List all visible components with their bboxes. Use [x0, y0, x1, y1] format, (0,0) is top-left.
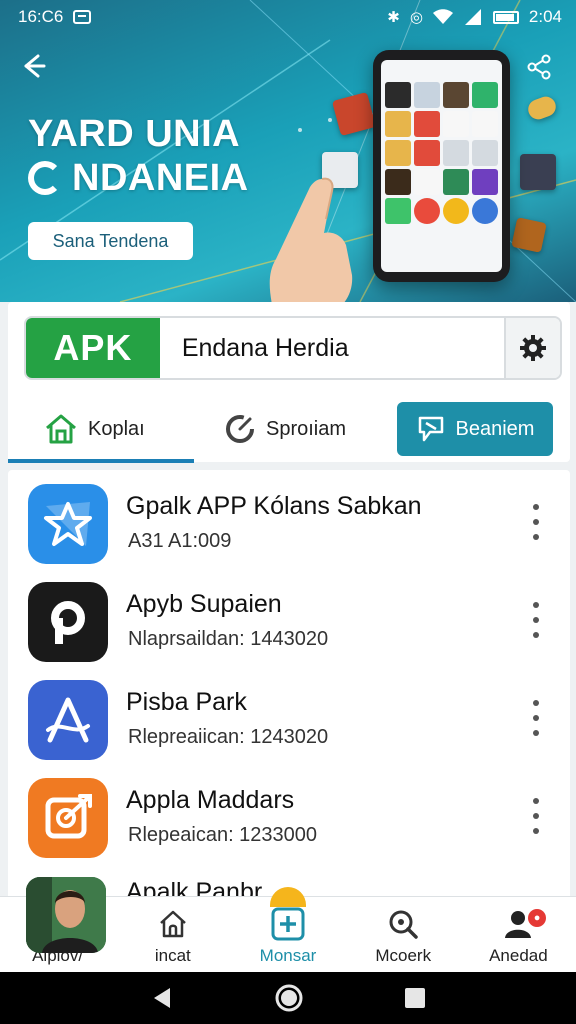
- c-logo-icon: [28, 161, 62, 195]
- battery-icon: [492, 10, 519, 24]
- app-meta: Nlaprsaildan: 1443020: [128, 628, 329, 650]
- person-photo-icon: [26, 877, 106, 953]
- nav-item-mcoerk[interactable]: Mcoerk: [346, 897, 461, 972]
- app-icon: [28, 680, 108, 760]
- more-options-button[interactable]: [528, 504, 544, 540]
- nav-item-monsar[interactable]: Monsar: [230, 887, 345, 972]
- app-name: Gpalk APP Kólans Sabkan: [126, 492, 422, 520]
- app-icon: [28, 778, 108, 858]
- tab-bar: Koplaı Sproıiam Beaniem: [8, 396, 570, 463]
- list-item[interactable]: Gpalk APP Kólans Sabkan A31 A1:009: [8, 470, 570, 568]
- app-name: Appla Maddars: [126, 786, 295, 814]
- gear-icon: [519, 335, 546, 361]
- floating-app-card: [511, 217, 547, 253]
- phone-screen: [381, 60, 502, 272]
- share-icon: [527, 54, 551, 80]
- status-time-left: 16:C6: [18, 7, 64, 26]
- add-icon: [271, 907, 305, 941]
- tab-label: Koplaı: [88, 417, 145, 440]
- search-card: APK Endana Herdia Koplaı Sproıiam Beanie…: [8, 302, 570, 463]
- list-item[interactable]: Pisba Park Rlepreaiican: 1243020: [8, 666, 570, 764]
- hero-title-line2: NDANEIA: [72, 157, 249, 199]
- nav-item-anedad[interactable]: ● Anedad: [461, 897, 576, 972]
- bluetooth-icon: ✱: [387, 9, 400, 26]
- list-item[interactable]: Apyb Supaien Nlaprsaildan: 1443020: [8, 568, 570, 666]
- tab-label: Beaniem: [455, 417, 535, 440]
- more-options-button[interactable]: [528, 700, 544, 736]
- tag-icon: [418, 416, 443, 442]
- avatar: [26, 877, 106, 953]
- nav-label: Monsar: [259, 946, 317, 965]
- target-icon: [45, 794, 92, 839]
- app-name: Apyb Supaien: [126, 590, 282, 618]
- bottom-navigation: Alpiov/ incat Monsar Mcoerk ● Anedad: [0, 877, 576, 972]
- share-button[interactable]: [524, 52, 554, 82]
- app-list: Gpalk APP Kólans Sabkan A31 A1:009 Apyb …: [8, 470, 570, 900]
- nav-item-incat[interactable]: incat: [115, 897, 230, 972]
- floating-app-card: [520, 154, 556, 190]
- signal-icon: [464, 9, 481, 25]
- speedometer-icon: [226, 415, 254, 443]
- phone-mockup: [373, 50, 510, 282]
- tab-beaniem[interactable]: Beaniem: [397, 402, 553, 456]
- hand-illustration: [269, 177, 353, 302]
- app-name: Pisba Park: [126, 688, 247, 716]
- house-icon: [46, 414, 76, 444]
- nav-label: Anedad: [489, 946, 548, 965]
- home-circle-icon[interactable]: [274, 983, 304, 1013]
- notification-icon: [73, 10, 92, 24]
- star-icon: [44, 502, 92, 546]
- status-time-right: 2:04: [528, 7, 562, 26]
- tab-label: Sproıiam: [266, 417, 347, 440]
- back-button[interactable]: [18, 50, 50, 82]
- home-icon: [159, 910, 186, 938]
- settings-button[interactable]: [503, 318, 560, 378]
- status-bar: 16:C6 ✱ ◎ 2:04: [0, 0, 576, 34]
- recents-square-icon[interactable]: [404, 987, 426, 1009]
- wifi-icon: [432, 9, 453, 24]
- app-meta: Rlepreaiican: 1243020: [128, 726, 329, 748]
- system-navigation-bar: [0, 972, 576, 1024]
- hero-title: YARD UNIA NDANEIA: [28, 112, 249, 200]
- more-options-button[interactable]: [528, 798, 544, 834]
- nav-item-alpiov[interactable]: Alpiov/: [0, 877, 115, 972]
- alarm-icon: ◎: [409, 9, 423, 26]
- back-triangle-icon[interactable]: [150, 986, 174, 1010]
- hero-cta-button[interactable]: Sana Tendena: [28, 222, 193, 260]
- app-meta: Rlepeaican: 1233000: [128, 824, 318, 846]
- search-icon: [389, 910, 418, 939]
- more-options-button[interactable]: [528, 602, 544, 638]
- app-icon: [28, 484, 108, 564]
- app-meta: A31 A1:009: [128, 530, 232, 552]
- nav-label: Mcoerk: [375, 946, 432, 965]
- hero-title-line1: YARD UNIA: [28, 113, 241, 155]
- notification-badge: ●: [528, 909, 547, 927]
- arrow-left-icon: [24, 54, 46, 78]
- tab-koplai[interactable]: Koplaı: [8, 399, 194, 463]
- tab-sproium[interactable]: Sproıiam: [194, 399, 394, 459]
- list-item[interactable]: Appla Maddars Rlepeaican: 1233000: [8, 764, 570, 862]
- p-icon: [51, 601, 85, 644]
- search-bar: APK: [24, 316, 562, 380]
- hero-banner[interactable]: YARD UNIA NDANEIA Sana Tendena: [0, 0, 576, 302]
- nav-label: incat: [154, 946, 191, 965]
- app-icon: [28, 582, 108, 662]
- a-icon: [46, 697, 90, 743]
- apk-badge: APK: [26, 318, 160, 378]
- search-input[interactable]: [159, 318, 504, 378]
